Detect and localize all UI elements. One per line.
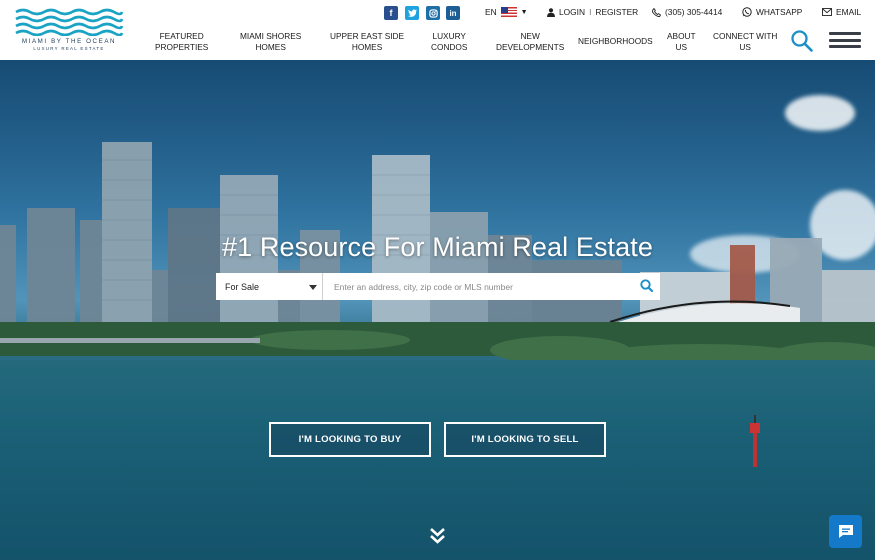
nav-connect-with-us[interactable]: CONNECT WITH US xyxy=(713,31,777,52)
nav-label: LUXURY xyxy=(432,31,466,41)
login-register: LOGIN I REGISTER xyxy=(547,7,638,17)
whatsapp-icon xyxy=(742,7,752,17)
site-header: MIAMI BY THE OCEAN LUXURY REAL ESTATE f … xyxy=(0,0,875,60)
property-search-input[interactable] xyxy=(324,273,634,300)
scroll-down-chevron-icon[interactable] xyxy=(429,527,446,545)
login-link[interactable]: LOGIN xyxy=(559,7,585,17)
instagram-icon[interactable] xyxy=(426,6,440,20)
hero-title: #1 Resource For Miami Real Estate xyxy=(222,232,653,262)
looking-to-buy-button[interactable]: I'M LOOKING TO BUY xyxy=(269,422,431,457)
nav-upper-east-side-homes[interactable]: UPPER EAST SIDE HOMES xyxy=(330,31,404,52)
looking-to-sell-button[interactable]: I'M LOOKING TO SELL xyxy=(444,422,606,457)
listing-type-select[interactable]: For Sale xyxy=(216,273,323,300)
nav-luxury-condos[interactable]: LUXURY CONDOS xyxy=(431,31,467,52)
us-flag-icon xyxy=(500,7,517,17)
listing-type-value: For Sale xyxy=(225,282,260,292)
facebook-icon[interactable]: f xyxy=(384,6,398,20)
user-icon xyxy=(547,7,555,17)
nav-label: MIAMI SHORES xyxy=(240,31,302,41)
hamburger-menu-icon[interactable] xyxy=(829,32,861,48)
nav-label: US xyxy=(675,41,688,52)
linkedin-icon[interactable]: in xyxy=(446,6,460,20)
nav-label: ABOUT xyxy=(667,31,696,41)
login-separator: I xyxy=(589,7,592,17)
register-link[interactable]: REGISTER xyxy=(595,7,638,17)
nav-label: DEVELOPMENTS xyxy=(496,41,565,52)
nav-label: FEATURED xyxy=(159,31,204,41)
nav-label: NEIGHBORHOODS xyxy=(578,36,653,46)
nav-miami-shores-homes[interactable]: MIAMI SHORES HOMES xyxy=(240,31,301,52)
nav-label: HOMES xyxy=(255,41,286,52)
nav-label: HOMES xyxy=(351,41,383,52)
nav-label: CONNECT WITH xyxy=(713,31,778,41)
logo-name: MIAMI BY THE OCEAN xyxy=(21,38,117,45)
dropdown-arrow-icon xyxy=(309,285,317,290)
nav-label: CONDOS xyxy=(431,41,468,52)
phone-number: (305) 305-4414 xyxy=(665,7,723,17)
nav-label: US xyxy=(739,41,751,52)
logo-tagline: LUXURY REAL ESTATE xyxy=(33,46,105,51)
whatsapp-link[interactable]: WHATSAPP xyxy=(742,7,802,17)
phone-icon xyxy=(652,7,661,17)
channel-marker xyxy=(750,415,760,467)
nav-label: UPPER EAST SIDE xyxy=(330,31,405,41)
hero-section: #1 Resource For Miami Real Estate For Sa… xyxy=(0,60,875,560)
whatsapp-label: WHATSAPP xyxy=(756,7,803,17)
nav-featured-properties[interactable]: FEATURED PROPERTIES xyxy=(155,31,208,52)
chat-button[interactable] xyxy=(829,515,862,548)
chat-bubble-icon xyxy=(838,525,853,538)
twitter-icon[interactable] xyxy=(405,6,419,20)
top-bar: f in EN ▼ LOGIN I REGISTER (305) 305-441… xyxy=(0,6,875,20)
search-submit-icon[interactable] xyxy=(638,277,656,295)
nav-about-us[interactable]: ABOUT US xyxy=(667,31,696,52)
nav-label: PROPERTIES xyxy=(155,41,209,52)
search-icon[interactable] xyxy=(790,29,814,53)
language-code: EN xyxy=(485,7,497,17)
property-search-bar: For Sale xyxy=(216,273,660,300)
caret-down-icon: ▼ xyxy=(520,8,528,16)
nav-label: NEW xyxy=(520,31,540,41)
nav-new-developments[interactable]: NEW DEVELOPMENTS xyxy=(496,31,564,52)
phone-link[interactable]: (305) 305-4414 xyxy=(652,7,722,17)
nav-neighborhoods[interactable]: NEIGHBORHOODS xyxy=(578,36,653,47)
language-selector[interactable]: EN ▼ xyxy=(485,7,528,17)
email-label: EMAIL xyxy=(836,7,862,17)
email-link[interactable]: EMAIL xyxy=(822,7,861,17)
mail-icon xyxy=(822,8,832,16)
